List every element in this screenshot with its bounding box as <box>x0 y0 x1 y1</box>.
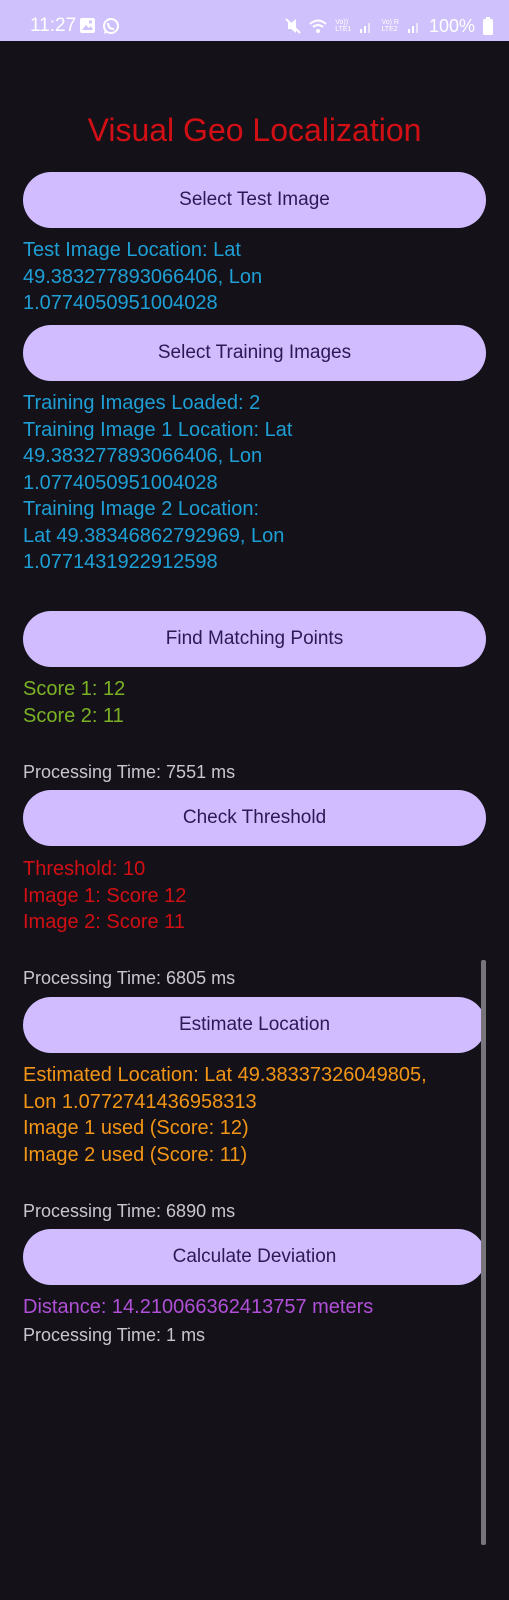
threshold-info: Threshold: 10 Image 1: Score 12 Image 2:… <box>23 856 493 936</box>
whatsapp-icon <box>103 18 119 34</box>
wifi-icon <box>309 19 327 33</box>
estimated-location-info: Estimated Location: Lat 49.3833732604980… <box>23 1062 493 1168</box>
estimate-line: Estimated Location: Lat 49.3833732604980… <box>23 1064 427 1086</box>
estimate-line: Image 2 used (Score: 11) <box>23 1143 248 1166</box>
mute-icon <box>285 18 301 34</box>
training-info-line: Training Images Loaded: 2 <box>23 392 261 414</box>
status-right: Vo)) LTE1 Vo) R LTE2 100% <box>285 16 493 36</box>
training-info-line: 1.0774050951004028 <box>23 471 218 494</box>
estimate-line: Image 1 used (Score: 12) <box>23 1117 249 1139</box>
signal-icon <box>407 23 418 33</box>
processing-time-estimate: Processing Time: 6890 ms <box>23 1201 236 1221</box>
training-info-line: 49.383277893066406, Lon <box>23 445 263 467</box>
test-image-location: Test Image Location: Lat 49.383277893066… <box>23 237 493 317</box>
score-line: Score 2: 11 <box>23 704 124 727</box>
app-title: Visual Geo Localization <box>87 112 422 148</box>
training-info-line: Training Image 2 Location: <box>23 498 260 520</box>
training-images-info: Training Images Loaded: 2 Training Image… <box>23 390 493 576</box>
test-image-location-line: 1.0774050951004028 <box>23 292 218 314</box>
processing-time-matching: Processing Time: 7551 ms <box>23 762 236 782</box>
threshold-line: Image 1: Score 12 <box>23 884 187 907</box>
estimate-location-button[interactable]: Estimate Location <box>23 997 486 1053</box>
select-training-images-button[interactable]: Select Training Images <box>23 325 486 381</box>
training-info-line: Training Image 1 Location: Lat <box>23 418 293 441</box>
training-info-line: Lat 49.38346862792969, Lon <box>23 524 285 547</box>
training-info-line: 1.0771431922912598 <box>23 551 218 573</box>
estimate-line: Lon 1.0772741436958313 <box>23 1090 257 1113</box>
signal-label-1: Vo)) LTE1 <box>335 19 352 33</box>
find-matching-points-button[interactable]: Find Matching Points <box>23 611 486 667</box>
threshold-line: Threshold: 10 <box>23 858 146 880</box>
distance-result: Distance: 14.210066362413757 meters <box>23 1296 374 1318</box>
image-icon <box>80 18 95 33</box>
status-bar: 11:27 Vo)) LTE1 Vo) R LTE2 100% <box>0 0 509 41</box>
calculate-deviation-button[interactable]: Calculate Deviation <box>23 1229 486 1285</box>
status-time: 11:27 <box>30 15 77 36</box>
processing-time-deviation: Processing Time: 1 ms <box>23 1325 206 1345</box>
threshold-line: Image 2: Score 11 <box>23 911 185 933</box>
battery-percent: 100% <box>428 16 475 36</box>
signal-icon <box>360 23 371 33</box>
signal-label-2: Vo) R LTE2 <box>381 19 399 33</box>
scrollbar[interactable] <box>481 960 486 1545</box>
score-line: Score 1: 12 <box>23 678 126 700</box>
match-scores: Score 1: 12 Score 2: 11 <box>23 676 493 729</box>
notification-icons <box>79 17 120 35</box>
check-threshold-button[interactable]: Check Threshold <box>23 790 486 846</box>
battery-icon <box>483 17 493 35</box>
test-image-location-line: 49.383277893066406, Lon <box>23 265 263 288</box>
processing-time-threshold: Processing Time: 6805 ms <box>23 968 236 988</box>
test-image-location-line: Test Image Location: Lat <box>23 239 241 261</box>
select-test-image-button[interactable]: Select Test Image <box>23 172 486 228</box>
